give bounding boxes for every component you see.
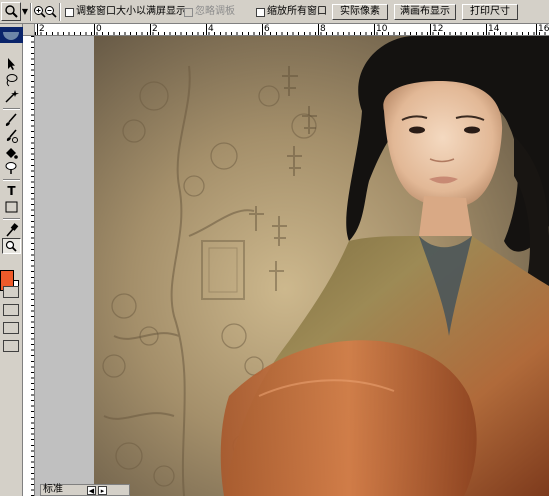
pasteboard	[35, 36, 94, 496]
divider	[3, 108, 20, 110]
gradient-icon[interactable]	[2, 144, 21, 160]
horizontal-ruler[interactable]: 2 0 2 4 6 8 10 12 14 16	[35, 24, 549, 36]
type-icon[interactable]: T	[2, 183, 21, 199]
fullscreen-mode-icon[interactable]	[3, 322, 19, 334]
magic-wand-icon[interactable]	[2, 88, 21, 104]
eyedropper-icon[interactable]	[2, 222, 21, 238]
divider	[3, 179, 20, 181]
ruler-origin[interactable]	[23, 24, 35, 36]
quick-mask-icon[interactable]	[3, 286, 19, 298]
brush-icon[interactable]	[2, 112, 21, 128]
print-size-button[interactable]: 打印尺寸	[462, 4, 518, 20]
move-icon[interactable]	[2, 56, 21, 72]
ruler-label: 6	[262, 24, 270, 35]
lasso-icon[interactable]	[2, 72, 21, 88]
tool-preset-button[interactable]	[1, 2, 21, 21]
resize-windows-label: 调整窗口大小以满屏显示	[76, 6, 186, 17]
ruler-label: 0	[94, 24, 102, 35]
ruler-label: 4	[206, 24, 214, 35]
ruler-label: 12	[430, 24, 444, 35]
toolbox: T	[0, 24, 23, 496]
divider	[30, 3, 32, 21]
ruler-label: 14	[486, 24, 500, 35]
jump-to-imageready-icon[interactable]	[3, 340, 19, 352]
dodge-icon[interactable]	[2, 160, 21, 176]
divider	[59, 3, 61, 21]
ruler-label: 8	[318, 24, 326, 35]
screen-mode-icon[interactable]	[3, 304, 19, 316]
tool-preset-arrow-icon[interactable]: ▼	[21, 4, 29, 19]
fit-on-screen-button[interactable]: 满画布显示	[394, 4, 456, 20]
toolbox-header[interactable]	[0, 27, 23, 43]
zoom-out-icon[interactable]	[44, 5, 57, 18]
zoom-all-windows-label: 缩放所有窗口	[267, 6, 327, 17]
zoom-level-label: 标准	[43, 484, 63, 495]
actual-pixels-button[interactable]: 实际像素	[332, 4, 388, 20]
status-menu-icon[interactable]: ▸	[98, 486, 107, 495]
resize-windows-checkbox[interactable]	[65, 8, 74, 17]
photo-image	[94, 36, 549, 496]
document-canvas[interactable]	[94, 36, 549, 496]
ignore-palettes-checkbox	[184, 8, 193, 17]
vertical-ruler[interactable]	[23, 36, 35, 496]
ruler-label: 2	[150, 24, 158, 35]
history-brush-icon[interactable]	[2, 128, 21, 144]
zoom-all-windows-checkbox[interactable]	[256, 8, 265, 17]
ruler-label: 10	[374, 24, 388, 35]
status-bar: 标准 ◀ ▸	[40, 484, 130, 496]
divider	[3, 218, 20, 220]
status-arrow-icon[interactable]: ◀	[87, 486, 96, 495]
ruler-label: 16	[536, 24, 549, 35]
ruler-label: 2	[37, 24, 45, 35]
ignore-palettes-label: 忽略调板	[195, 6, 235, 17]
options-bar: ▼ 调整窗口大小以满屏显示 忽略调板 缩放所有窗口 实际像素 满画布显示 打印尺…	[0, 0, 549, 24]
shape-icon[interactable]	[2, 199, 21, 215]
zoom-tool-icon	[5, 5, 18, 18]
zoom-icon[interactable]	[2, 238, 21, 254]
